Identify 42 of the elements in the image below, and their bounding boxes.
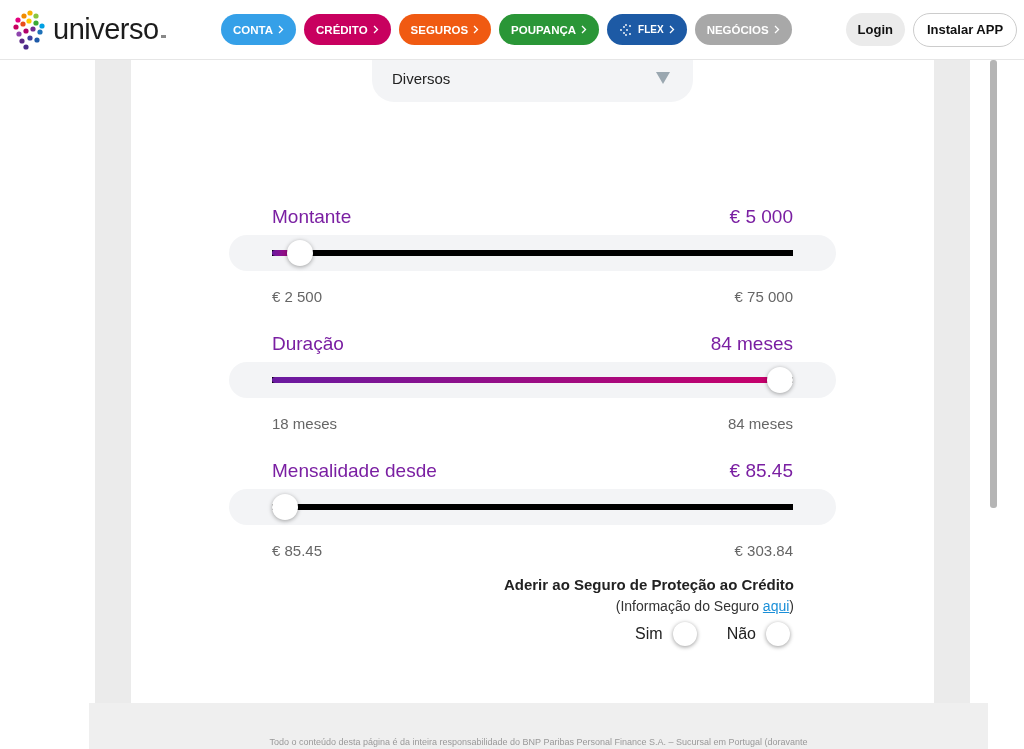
- slider-value: € 5 000: [729, 206, 793, 228]
- option-label: Não: [726, 625, 756, 643]
- slider-thumb[interactable]: [767, 367, 793, 393]
- install-app-button[interactable]: Instalar APP: [913, 12, 1018, 47]
- insurance-info-text: (Informação do Seguro aqui): [615, 598, 794, 614]
- chevron-icon: [278, 25, 285, 34]
- info-link[interactable]: aqui: [762, 598, 790, 614]
- slider-min-label: € 2 500: [272, 287, 323, 305]
- chevron-icon: [668, 25, 675, 34]
- insurance-title: Aderir ao Seguro de Proteção ao Crédito: [503, 576, 794, 593]
- slider-value: € 85.45: [729, 460, 793, 482]
- slider-max-label: 84 meses: [727, 414, 793, 432]
- trademark-icon: [160, 35, 166, 38]
- option-label: Sim: [635, 625, 663, 643]
- chevron-icon: [473, 25, 480, 34]
- nav-button[interactable]: POUPANÇA: [499, 14, 600, 45]
- login-button[interactable]: Login: [845, 13, 905, 46]
- slider-value: 84 meses: [710, 333, 793, 355]
- scrollbar-thumb[interactable]: [990, 60, 997, 508]
- dropdown-arrow-icon: [656, 72, 670, 84]
- slider-thumb[interactable]: [286, 240, 313, 266]
- chevron-icon: [581, 25, 588, 34]
- nav-button[interactable]: FLEX: [607, 14, 687, 45]
- radio-button[interactable]: [672, 622, 697, 646]
- category-dropdown[interactable]: Diversos: [372, 60, 693, 102]
- logo-text[interactable]: universo: [53, 13, 159, 46]
- slider-min-label: 18 meses: [272, 414, 338, 432]
- footer-text: Todo o conteúdo desta página é da inteira responsabilidade do BNP Paribas Personal Finance S.A. – Sucursal em Portugal (doravante: [269, 737, 808, 747]
- nav-button[interactable]: SEGUROS: [398, 14, 492, 45]
- slider-label: Duração: [272, 333, 344, 355]
- slider-thumb[interactable]: [272, 494, 298, 520]
- slider-max-label: € 75 000: [734, 287, 793, 305]
- slider-label: Montante: [272, 206, 352, 228]
- slider-max-label: € 303.84: [734, 541, 793, 559]
- logo-icon: [12, 9, 48, 50]
- chevron-icon: [773, 25, 780, 34]
- radio-button[interactable]: [766, 622, 790, 646]
- slider-min-label: € 85.45: [272, 541, 323, 559]
- sparkle-icon: [619, 23, 634, 36]
- nav-button[interactable]: CRÉDITO: [304, 14, 391, 45]
- slider-label: Mensalidade desde: [272, 460, 437, 482]
- chevron-icon: [372, 25, 379, 34]
